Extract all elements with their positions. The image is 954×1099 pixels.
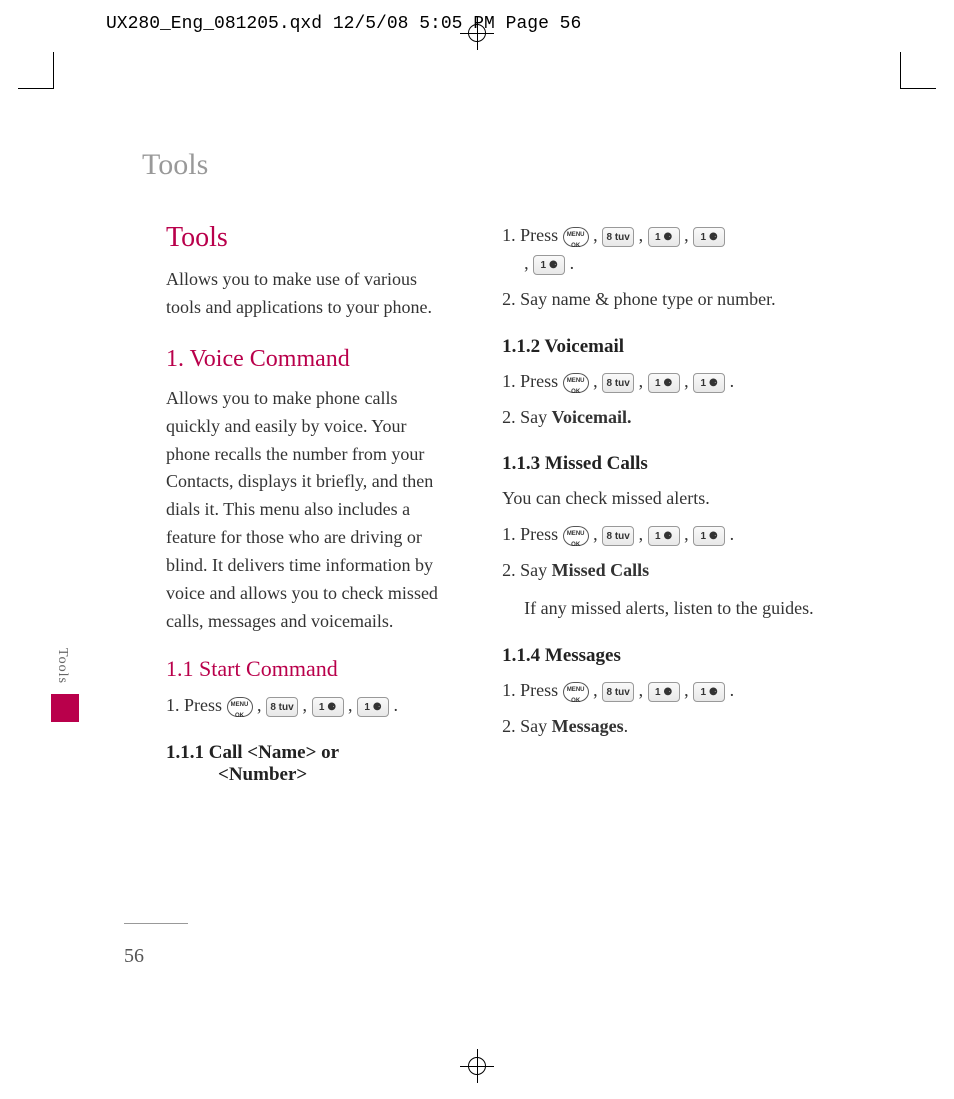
voice-command-text: Allows you to make phone calls quickly a…: [166, 385, 452, 636]
registration-mark-top: [460, 16, 494, 50]
key-1-icon: 1 ⚈: [648, 526, 680, 546]
key-1-icon: 1 ⚈: [648, 682, 680, 702]
key-1-icon: 1 ⚈: [357, 697, 389, 717]
key-ok-icon: [563, 682, 589, 702]
key-1-icon: 1 ⚈: [693, 682, 725, 702]
key-1-icon: 1 ⚈: [312, 697, 344, 717]
key-1-icon: 1 ⚈: [648, 227, 680, 247]
intro-text: Allows you to make use of various tools …: [166, 266, 452, 322]
key-ok-icon: [563, 227, 589, 247]
running-head: Tools: [142, 148, 830, 182]
s114-step2: 2. Say Messages.: [502, 713, 830, 741]
key-ok-icon: [227, 697, 253, 717]
heading-112: 1.1.2 Voicemail: [502, 336, 830, 358]
crop-mark-right: [900, 88, 936, 89]
side-tab: Tools: [54, 642, 76, 712]
heading-start-command: 1.1 Start Command: [166, 656, 452, 682]
heading-111: 1.1.1 Call <Name> or <Number>: [166, 742, 452, 786]
s111-step1: 1. Press , 8 tuv , 1 ⚈ , 1 ⚈ , 1 ⚈ .: [502, 222, 830, 278]
key-1-icon: 1 ⚈: [693, 227, 725, 247]
s114-step1: 1. Press , 8 tuv , 1 ⚈ , 1 ⚈ .: [502, 677, 830, 705]
heading-114: 1.1.4 Messages: [502, 645, 830, 667]
s113-step1: 1. Press , 8 tuv , 1 ⚈ , 1 ⚈ .: [502, 521, 830, 549]
side-tab-label: Tools: [54, 642, 70, 690]
key-8tuv-icon: 8 tuv: [602, 373, 634, 393]
column-right: 1. Press , 8 tuv , 1 ⚈ , 1 ⚈ , 1 ⚈ . 2. …: [502, 222, 830, 796]
prepress-header: UX280_Eng_081205.qxd 12/5/08 5:05 PM Pag…: [106, 14, 581, 34]
key-1-icon: 1 ⚈: [693, 526, 725, 546]
key-1-icon: 1 ⚈: [533, 255, 565, 275]
key-8tuv-icon: 8 tuv: [602, 227, 634, 247]
side-tab-block: [51, 694, 79, 722]
p113: You can check missed alerts.: [502, 485, 830, 513]
key-8tuv-icon: 8 tuv: [266, 697, 298, 717]
s111-step2: 2. Say name & phone type or number.: [502, 286, 830, 314]
s112-step2: 2. Say Voicemail.: [502, 404, 830, 432]
key-1-icon: 1 ⚈: [648, 373, 680, 393]
registration-mark-bottom: [460, 1049, 494, 1083]
s113-step2: 2. Say Missed Calls If any missed alerts…: [502, 557, 830, 623]
key-1-icon: 1 ⚈: [693, 373, 725, 393]
key-8tuv-icon: 8 tuv: [602, 526, 634, 546]
start-command-step1: 1. Press , 8 tuv , 1 ⚈ , 1 ⚈ .: [166, 692, 452, 720]
key-ok-icon: [563, 526, 589, 546]
heading-tools: Tools: [166, 222, 452, 254]
footer-rule: [124, 923, 188, 924]
crop-mark-left: [18, 88, 54, 89]
key-8tuv-icon: 8 tuv: [602, 682, 634, 702]
s112-step1: 1. Press , 8 tuv , 1 ⚈ , 1 ⚈ .: [502, 368, 830, 396]
page-number: 56: [124, 945, 144, 968]
page-body: Tools Tools Tools Allows you to make use…: [54, 88, 900, 998]
column-left: Tools Allows you to make use of various …: [124, 222, 452, 796]
key-ok-icon: [563, 373, 589, 393]
heading-113: 1.1.3 Missed Calls: [502, 453, 830, 475]
heading-voice-command: 1. Voice Command: [166, 346, 452, 373]
